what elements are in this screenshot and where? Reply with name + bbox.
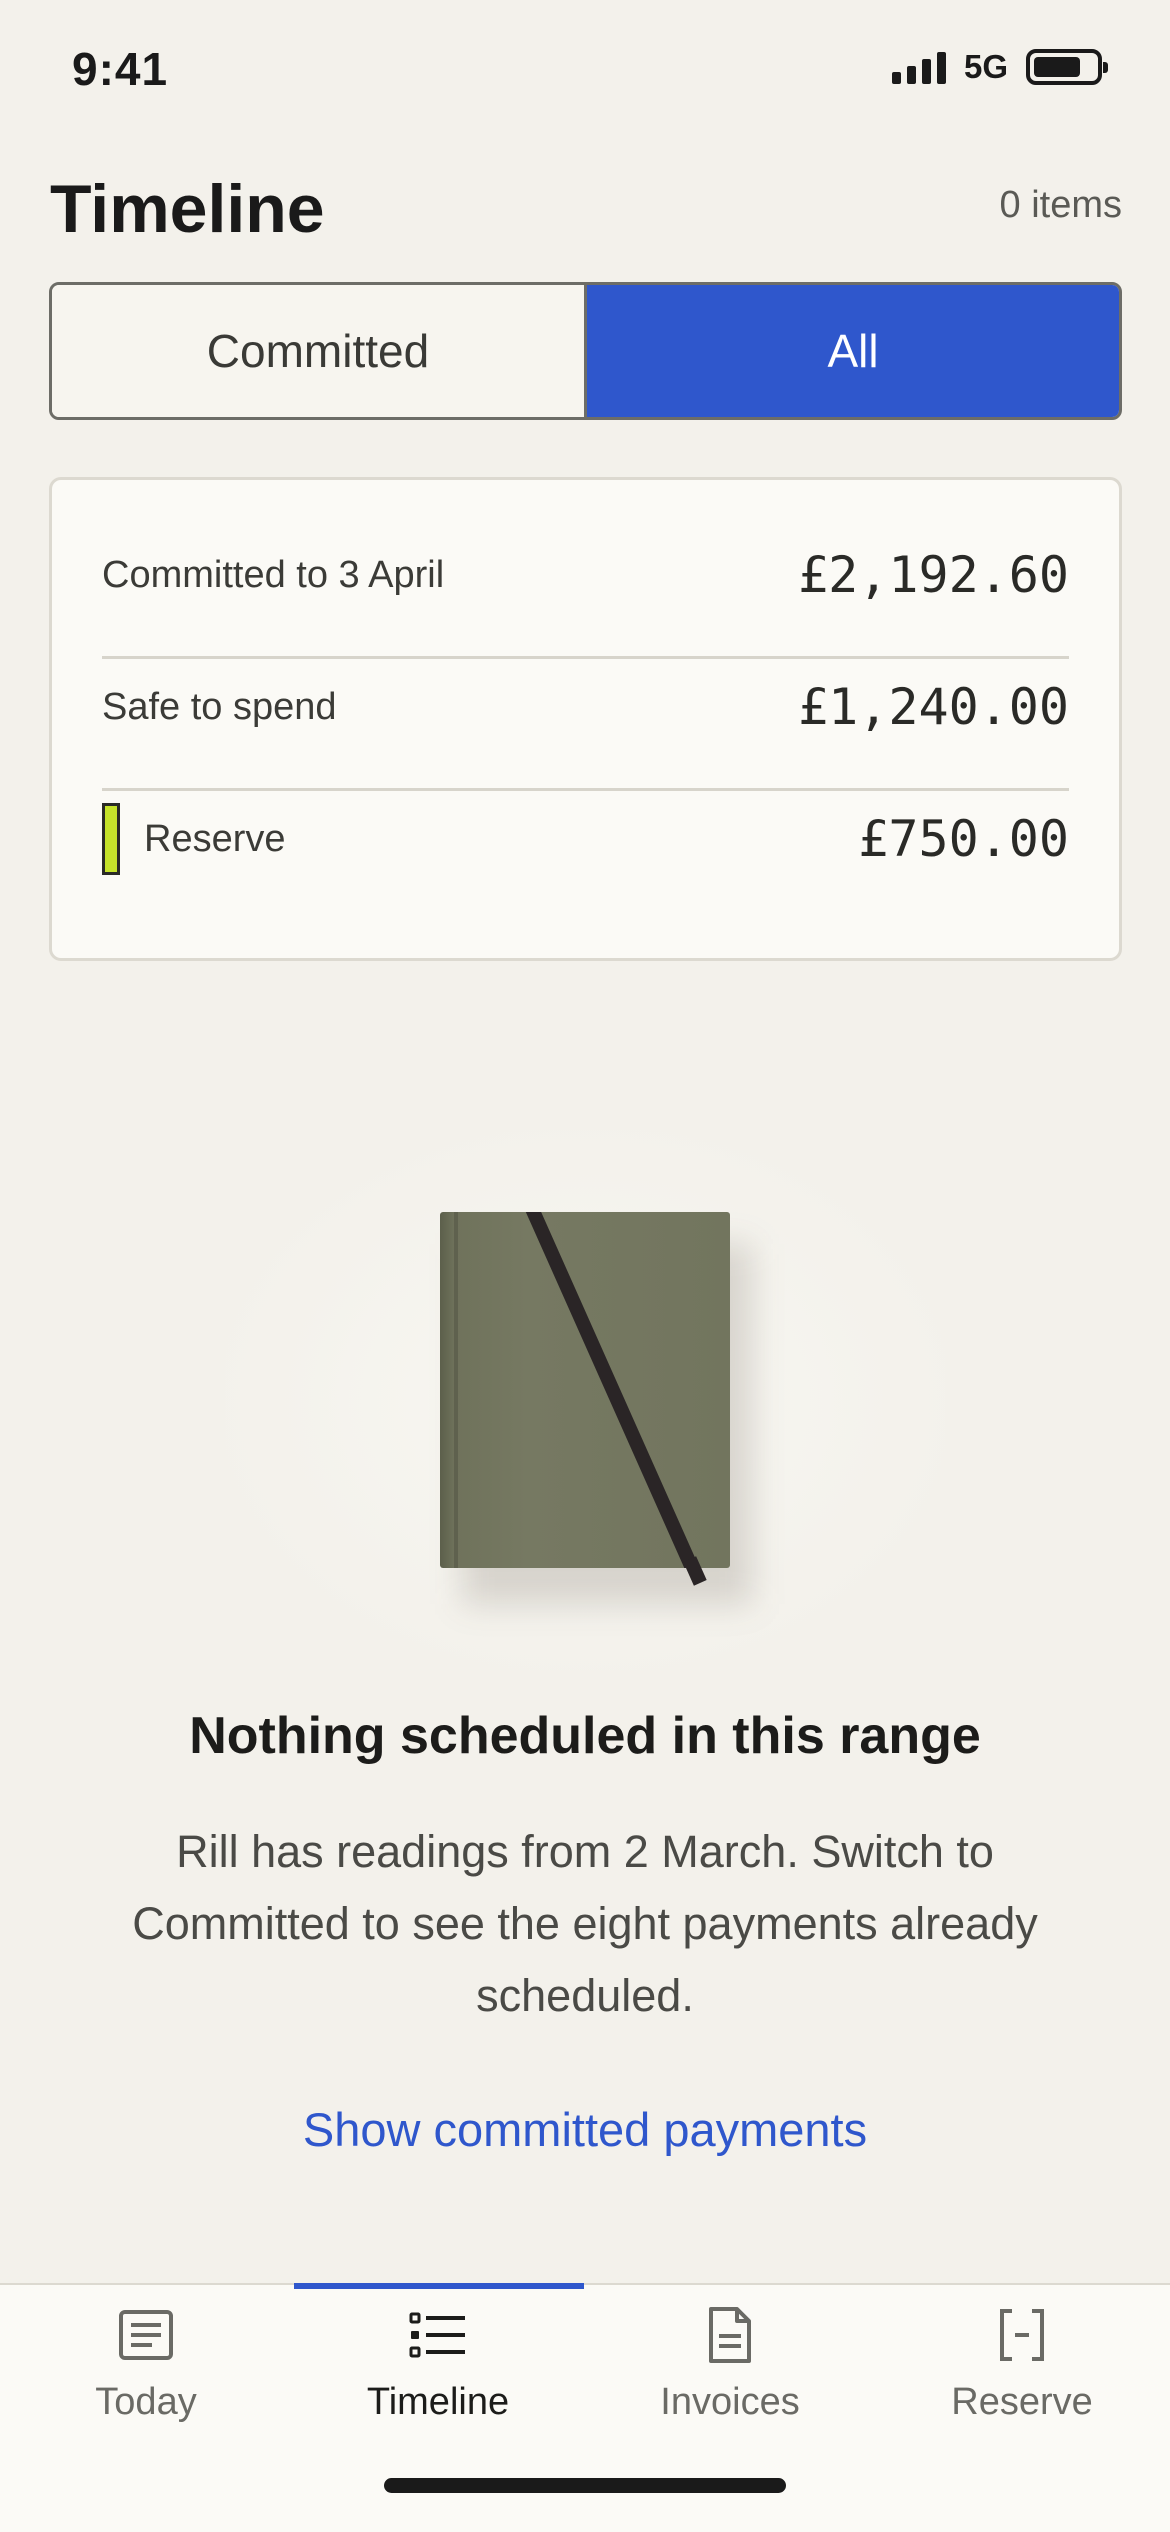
tab-invoices[interactable]: Invoices (584, 2285, 876, 2455)
summary-card: Committed to 3 April £2,192.60 Safe to s… (49, 477, 1122, 961)
summary-value: £2,192.60 (798, 546, 1069, 604)
tab-label: Reserve (951, 2381, 1093, 2423)
tab-label: Invoices (660, 2381, 800, 2423)
tab-label: Timeline (366, 2381, 510, 2423)
notebook-illustration (225, 1130, 945, 1670)
divider (102, 788, 1069, 791)
item-count: 0 items (999, 184, 1122, 226)
notebook-strap (508, 1212, 712, 1568)
page-title: Timeline (50, 171, 325, 247)
signal-icon (891, 50, 946, 84)
reserve-color-marker (102, 803, 120, 875)
status-time: 9:41 (72, 43, 169, 95)
summary-label: Reserve (144, 817, 286, 860)
empty-state-body: Rill has readings from 2 March. Switch t… (132, 1826, 1038, 2021)
show-committed-link[interactable]: Show committed payments (0, 2102, 1170, 2157)
tab-bar: Today Timeline Invoices Reserve (0, 2283, 1170, 2532)
summary-label-wrap: Reserve (102, 803, 286, 875)
summary-row-safe-to-spend: Safe to spend £1,240.00 (102, 672, 1069, 742)
segment-committed[interactable]: Committed (52, 285, 584, 417)
summary-row-reserve: Reserve £750.00 (102, 803, 1069, 875)
tab-reserve[interactable]: Reserve (876, 2285, 1168, 2455)
status-bar: 9:41 5G (0, 0, 1170, 140)
summary-value: £1,240.00 (798, 678, 1069, 736)
network-label: 5G (963, 48, 1008, 85)
divider (102, 656, 1069, 659)
status-icons: 5G (891, 48, 1108, 86)
reserve-icon (992, 2305, 1052, 2365)
tab-today[interactable]: Today (0, 2285, 292, 2455)
segment-all[interactable]: All (584, 285, 1119, 417)
summary-row-committed: Committed to 3 April £2,192.60 (102, 540, 1069, 610)
summary-value: £750.00 (858, 810, 1069, 868)
book-spine (454, 1212, 458, 1568)
invoice-icon (700, 2305, 760, 2365)
tab-timeline[interactable]: Timeline (292, 2285, 584, 2455)
battery-icon (1026, 49, 1108, 85)
home-indicator (384, 2478, 786, 2493)
timeline-icon (408, 2305, 468, 2365)
tab-label: Today (95, 2381, 197, 2423)
summary-label: Safe to spend (102, 685, 337, 728)
segmented-control: Committed All (49, 282, 1122, 420)
today-icon (116, 2305, 176, 2365)
notebook (440, 1212, 730, 1568)
summary-label: Committed to 3 April (102, 553, 445, 596)
empty-state-title: Nothing scheduled in this range (189, 1707, 981, 1765)
